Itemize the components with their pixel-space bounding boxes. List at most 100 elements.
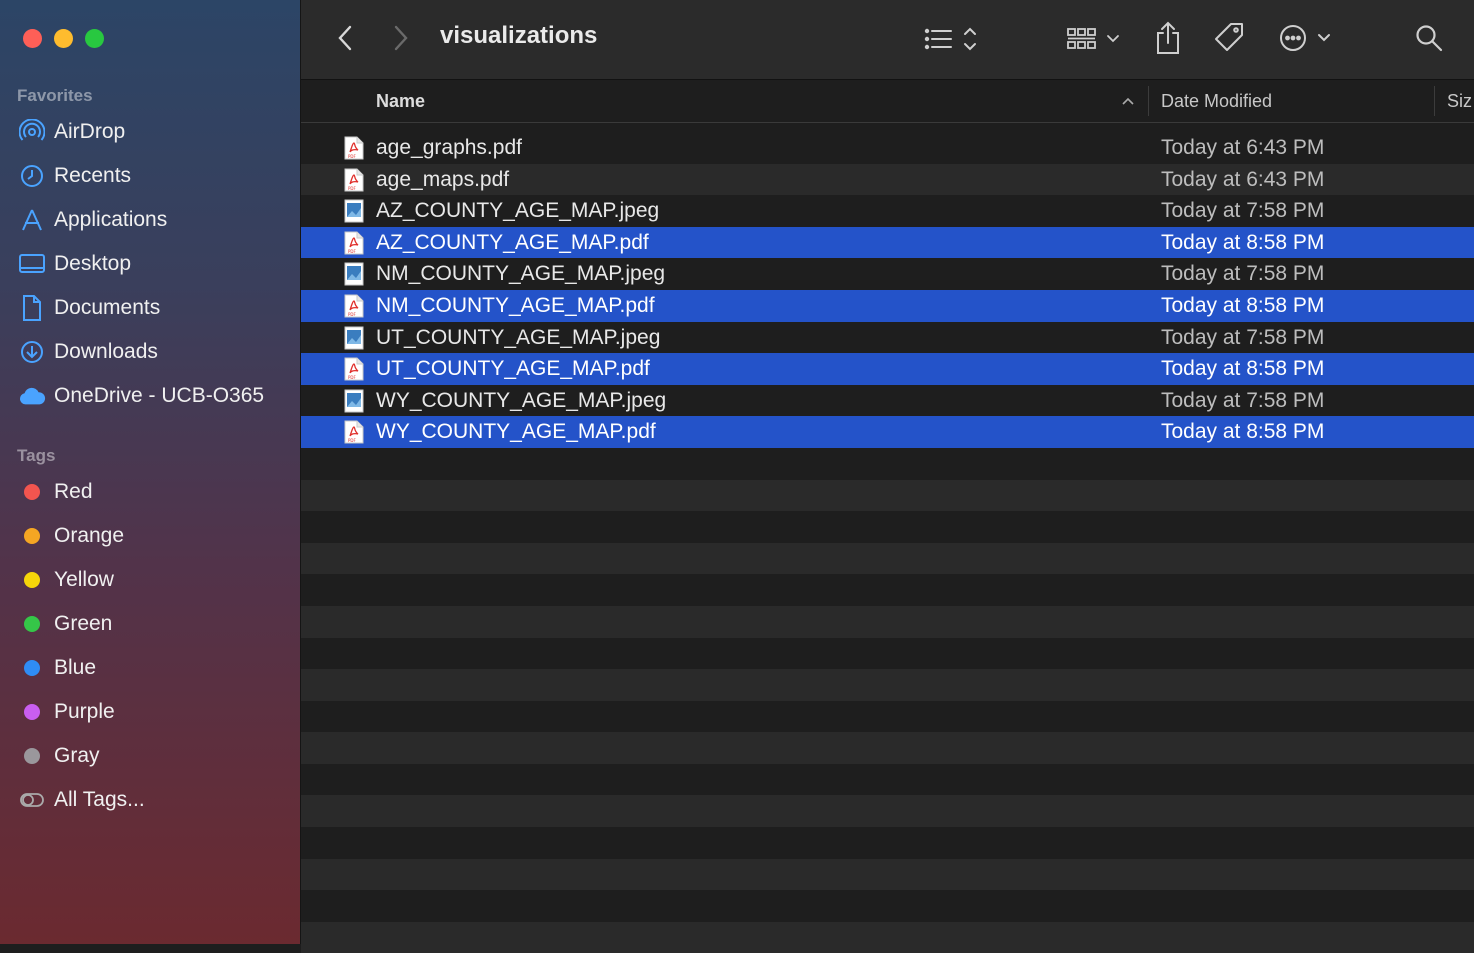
svg-text:PDF: PDF: [348, 154, 356, 159]
close-button[interactable]: [23, 29, 42, 48]
column-header-name[interactable]: Name: [376, 91, 425, 112]
document-icon: [18, 294, 46, 322]
empty-row: [301, 669, 1474, 701]
empty-row: [301, 448, 1474, 480]
tag-dot-icon: [24, 484, 40, 500]
file-row[interactable]: PDF WY_COUNTY_AGE_MAP.pdf Today at 8:58 PM: [301, 416, 1474, 448]
file-name: AZ_COUNTY_AGE_MAP.jpeg: [376, 199, 660, 223]
column-divider[interactable]: [1148, 86, 1149, 116]
file-date-modified: Today at 7:58 PM: [1161, 388, 1325, 412]
empty-row: [301, 542, 1474, 575]
sidebar-item-label: Desktop: [54, 252, 132, 275]
empty-row: [301, 479, 1474, 512]
pdf-file-icon: PDF: [344, 231, 364, 261]
jpeg-file-icon: [344, 389, 364, 419]
svg-text:PDF: PDF: [348, 438, 356, 443]
file-name: age_maps.pdf: [376, 167, 510, 191]
sidebar-tag-blue[interactable]: Blue: [18, 651, 96, 685]
sidebar-item-downloads[interactable]: Downloads: [18, 335, 158, 369]
file-date-modified: Today at 6:43 PM: [1161, 167, 1325, 191]
sidebar-item-airdrop[interactable]: AirDrop: [18, 115, 125, 149]
tag-icon: [1215, 23, 1243, 51]
column-header-date-modified[interactable]: Date Modified: [1161, 91, 1272, 112]
more-actions-button[interactable]: [1277, 21, 1335, 55]
file-row[interactable]: UT_COUNTY_AGE_MAP.jpeg Today at 7:58 PM: [301, 322, 1474, 354]
sidebar-tag-all[interactable]: All Tags...: [18, 783, 145, 817]
empty-row: [301, 511, 1474, 543]
empty-row: [301, 858, 1474, 891]
file-list: PDF age_graphs.pdf Today at 6:43 PM PDF age_…: [301, 132, 1474, 953]
file-row[interactable]: WY_COUNTY_AGE_MAP.jpeg Today at 7:58 PM: [301, 385, 1474, 417]
sidebar-item-label: Downloads: [54, 340, 158, 363]
tag-dot-icon: [24, 704, 40, 720]
cloud-icon: [18, 382, 46, 410]
sidebar-tag-purple[interactable]: Purple: [18, 695, 115, 729]
column-header-size[interactable]: Siz: [1447, 91, 1472, 112]
sidebar-item-onedrive[interactable]: OneDrive - UCB-O365: [18, 379, 264, 413]
file-date-modified: Today at 8:58 PM: [1161, 230, 1325, 254]
zoom-button[interactable]: [85, 29, 104, 48]
pdf-file-icon: PDF: [344, 136, 364, 166]
column-header: Name Date Modified Siz: [301, 80, 1474, 123]
sidebar-item-label: Red: [54, 480, 93, 503]
empty-row: [301, 827, 1474, 859]
share-button[interactable]: [1151, 20, 1185, 56]
jpeg-file-icon: [344, 199, 364, 229]
empty-row: [301, 638, 1474, 670]
empty-row: [301, 795, 1474, 828]
desktop-icon: [18, 250, 46, 278]
file-row[interactable]: PDF NM_COUNTY_AGE_MAP.pdf Today at 8:58 PM: [301, 289, 1474, 322]
tag-dot-icon: [24, 572, 40, 588]
back-button[interactable]: [331, 24, 359, 52]
minimize-button[interactable]: [54, 29, 73, 48]
share-icon: [1157, 21, 1179, 54]
group-button[interactable]: [1065, 22, 1125, 56]
sidebar-item-label: OneDrive - UCB-O365: [54, 384, 265, 407]
file-row[interactable]: AZ_COUNTY_AGE_MAP.jpeg Today at 7:58 PM: [301, 195, 1474, 227]
sidebar-item-recents[interactable]: Recents: [18, 159, 131, 193]
file-row[interactable]: PDF AZ_COUNTY_AGE_MAP.pdf Today at 8:58 PM: [301, 226, 1474, 261]
jpeg-file-icon: [344, 262, 364, 292]
file-row[interactable]: PDF age_graphs.pdf Today at 6:43 PM: [301, 132, 1474, 164]
sidebar-tag-yellow[interactable]: Yellow: [18, 563, 114, 597]
sidebar-tag-green[interactable]: Green: [18, 607, 112, 641]
ellipsis-circle-icon: [1280, 25, 1330, 51]
tags-section-label: Tags: [17, 446, 56, 465]
file-row[interactable]: NM_COUNTY_AGE_MAP.jpeg Today at 7:58 PM: [301, 258, 1474, 290]
file-date-modified: Today at 8:58 PM: [1161, 293, 1325, 317]
file-row[interactable]: PDF UT_COUNTY_AGE_MAP.pdf Today at 8:58 PM: [301, 353, 1474, 385]
forward-button[interactable]: [387, 24, 415, 52]
pdf-file-icon: PDF: [344, 420, 364, 450]
pdf-file-icon: PDF: [344, 168, 364, 198]
sidebar-item-applications[interactable]: Applications: [18, 203, 167, 237]
sidebar-tag-orange[interactable]: Orange: [18, 519, 124, 553]
file-name: WY_COUNTY_AGE_MAP.pdf: [376, 420, 656, 444]
empty-row: [301, 701, 1474, 733]
sidebar-item-label: Green: [54, 612, 113, 635]
sidebar-item-desktop[interactable]: Desktop: [18, 247, 131, 281]
sidebar-item-label: Documents: [54, 296, 161, 319]
svg-text:PDF: PDF: [348, 312, 356, 317]
toolbar: visualizations: [301, 0, 1474, 80]
sidebar-item-label: Orange: [54, 524, 125, 547]
file-row[interactable]: PDF age_maps.pdf Today at 6:43 PM: [301, 163, 1474, 198]
sidebar: Favorites AirDrop Recents Applications D…: [0, 0, 301, 944]
search-button[interactable]: [1413, 22, 1445, 54]
file-date-modified: Today at 7:58 PM: [1161, 199, 1325, 223]
window-title: visualizations: [440, 22, 598, 49]
tag-button[interactable]: [1211, 20, 1247, 56]
airdrop-icon: [18, 118, 46, 146]
sidebar-tag-red[interactable]: Red: [18, 475, 93, 509]
empty-row: [301, 921, 1474, 953]
list-view-icon: [924, 27, 976, 51]
file-date-modified: Today at 7:58 PM: [1161, 262, 1325, 286]
tag-dot-icon: [24, 616, 40, 632]
sidebar-item-documents[interactable]: Documents: [18, 291, 160, 325]
column-divider[interactable]: [1434, 86, 1435, 116]
file-name: NM_COUNTY_AGE_MAP.pdf: [376, 293, 655, 317]
sidebar-tag-gray[interactable]: Gray: [18, 739, 100, 773]
applications-icon: [18, 206, 46, 234]
search-icon: [1416, 25, 1443, 52]
sidebar-item-label: AirDrop: [54, 120, 126, 143]
view-options-button[interactable]: [921, 22, 981, 56]
